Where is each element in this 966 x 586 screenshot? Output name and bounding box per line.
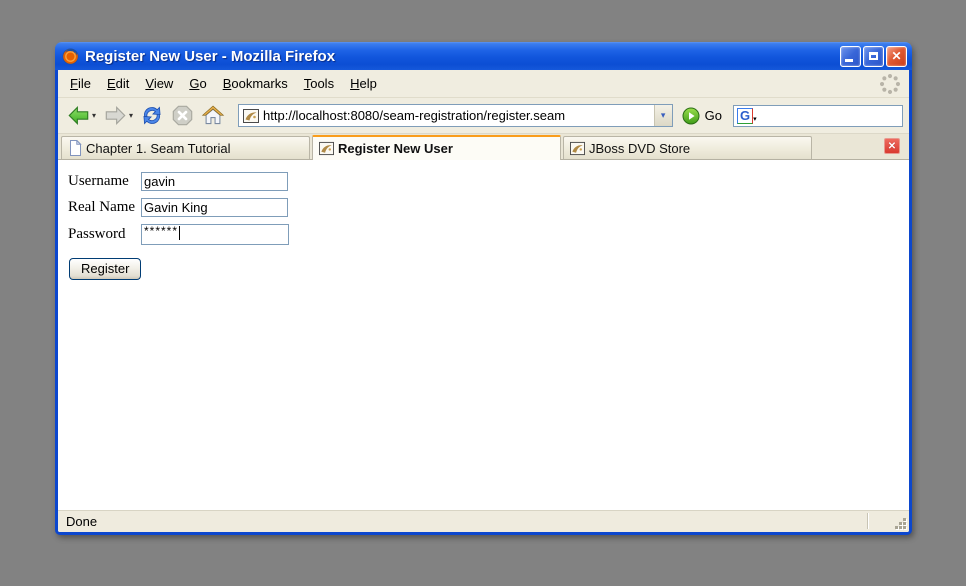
- tab-label: Register New User: [338, 141, 453, 156]
- password-input[interactable]: ******: [141, 224, 289, 245]
- stop-button[interactable]: [169, 103, 196, 128]
- real-name-input[interactable]: [141, 198, 288, 217]
- resize-grip[interactable]: [894, 517, 907, 530]
- tab-seam-tutorial[interactable]: Chapter 1. Seam Tutorial: [61, 136, 310, 159]
- page-content: Username Real Name Password ****** Regis…: [58, 160, 909, 509]
- menu-view[interactable]: View: [137, 73, 181, 94]
- menu-bookmarks[interactable]: Bookmarks: [215, 73, 296, 94]
- tab-label: JBoss DVD Store: [589, 141, 690, 156]
- forward-button[interactable]: ▾: [101, 103, 135, 128]
- document-icon: [68, 140, 82, 156]
- menu-help[interactable]: Help: [342, 73, 385, 94]
- back-icon: [66, 104, 91, 127]
- menubar: File Edit View Go Bookmarks Tools Help: [58, 70, 909, 98]
- page-favicon: [319, 141, 334, 156]
- page-favicon: [243, 108, 259, 124]
- close-icon: ✕: [888, 141, 896, 152]
- forward-dropdown-icon[interactable]: ▾: [129, 111, 133, 120]
- forward-icon: [103, 104, 128, 127]
- maximize-button[interactable]: [863, 46, 884, 67]
- page-favicon: [570, 141, 585, 156]
- text-caret: [179, 226, 180, 240]
- username-input[interactable]: [141, 172, 288, 191]
- stop-icon: [171, 104, 194, 127]
- url-input[interactable]: [263, 106, 654, 125]
- reload-button[interactable]: [138, 103, 166, 128]
- close-icon: ✕: [891, 49, 901, 63]
- titlebar[interactable]: Register New User - Mozilla Firefox ✕: [55, 42, 912, 70]
- minimize-icon: [845, 59, 853, 62]
- menu-go[interactable]: Go: [181, 73, 214, 94]
- back-dropdown-icon[interactable]: ▾: [92, 111, 96, 120]
- desktop: { "window": { "title": "Register New Use…: [0, 0, 966, 586]
- close-button[interactable]: ✕: [886, 46, 907, 67]
- maximize-icon: [869, 52, 878, 60]
- username-row: Username: [68, 172, 909, 191]
- reload-icon: [140, 104, 164, 127]
- tab-close-button[interactable]: ✕: [884, 138, 900, 154]
- chevron-down-icon: ▾: [661, 110, 666, 121]
- username-label: Username: [68, 173, 141, 190]
- tab-register-new-user[interactable]: Register New User: [312, 135, 561, 160]
- tab-strip: Chapter 1. Seam Tutorial Register New Us…: [58, 134, 909, 160]
- status-bar: Done: [58, 509, 909, 532]
- search-engine-dropdown-icon[interactable]: ▾: [753, 115, 757, 123]
- register-button[interactable]: Register: [69, 258, 141, 280]
- go-button[interactable]: [682, 107, 700, 125]
- tab-jboss-dvd-store[interactable]: JBoss DVD Store: [563, 136, 812, 159]
- menu-tools[interactable]: Tools: [296, 73, 342, 94]
- home-button[interactable]: [199, 103, 227, 128]
- password-masked-value: ******: [144, 226, 178, 237]
- firefox-logo-icon: [62, 48, 79, 65]
- search-box[interactable]: G ▾: [733, 105, 903, 127]
- url-dropdown-button[interactable]: ▾: [654, 105, 672, 126]
- search-input[interactable]: [761, 109, 916, 123]
- minimize-button[interactable]: [840, 46, 861, 67]
- menu-file[interactable]: File: [62, 73, 99, 94]
- home-icon: [201, 104, 225, 127]
- statusbar-separator: [867, 513, 869, 529]
- password-row: Password ******: [68, 224, 909, 245]
- real-name-label: Real Name: [68, 199, 141, 216]
- status-text: Done: [66, 514, 97, 529]
- real-name-row: Real Name: [68, 198, 909, 217]
- google-icon: G: [737, 108, 753, 124]
- password-label: Password: [68, 226, 141, 243]
- window-title: Register New User - Mozilla Firefox: [85, 48, 840, 65]
- go-label[interactable]: Go: [705, 108, 722, 123]
- navigation-toolbar: ▾ ▾: [58, 98, 909, 134]
- menu-edit[interactable]: Edit: [99, 73, 137, 94]
- tab-label: Chapter 1. Seam Tutorial: [86, 141, 231, 156]
- url-bar[interactable]: ▾: [238, 104, 673, 127]
- firefox-window: Register New User - Mozilla Firefox ✕ Fi…: [55, 42, 912, 535]
- throbber-icon: [879, 73, 901, 95]
- back-button[interactable]: ▾: [64, 103, 98, 128]
